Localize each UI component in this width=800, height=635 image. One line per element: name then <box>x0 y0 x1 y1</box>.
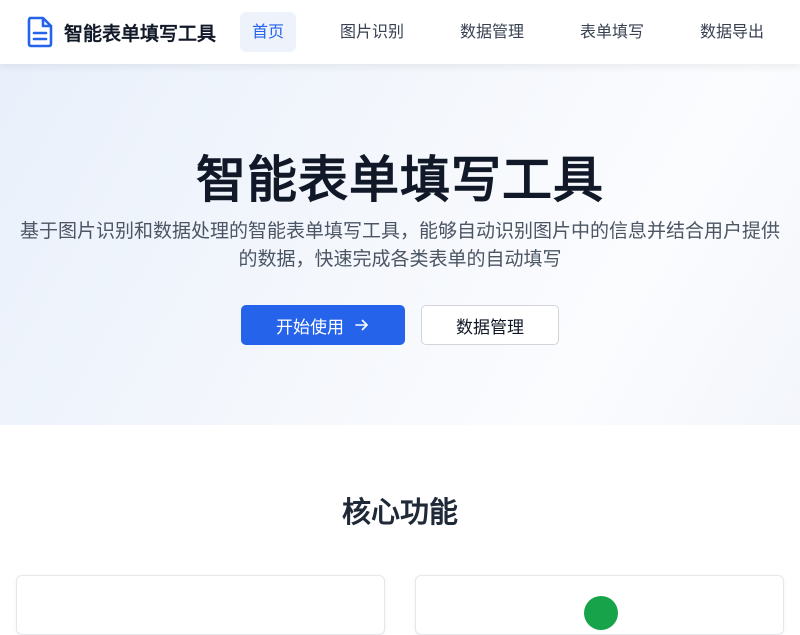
features-title: 核心功能 <box>341 495 458 529</box>
hero-title: 智能表单填写工具 <box>196 151 604 209</box>
start-button-label: 开始使用 <box>276 317 344 338</box>
hero-section: 智能表单填写工具 基于图片识别和数据处理的智能表单填写工具，能够自动识别图片中的… <box>0 64 800 425</box>
feature-card <box>16 575 385 635</box>
data-management-button-label: 数据管理 <box>456 317 524 338</box>
document-icon <box>27 16 53 48</box>
app-title: 智能表单填写工具 <box>64 22 217 45</box>
start-button[interactable]: 开始使用 <box>241 305 405 345</box>
nav-form-filling[interactable]: 表单填写 <box>572 12 652 52</box>
nav-data-management[interactable]: 数据管理 <box>452 12 532 52</box>
nav-home[interactable]: 首页 <box>240 12 296 52</box>
feature-icon <box>584 596 618 630</box>
top-navbar: 智能表单填写工具 首页 图片识别 数据管理 表单填写 数据导出 <box>0 0 800 64</box>
nav-image-recognition[interactable]: 图片识别 <box>332 12 412 52</box>
feature-card <box>415 575 784 635</box>
data-management-button[interactable]: 数据管理 <box>421 305 559 345</box>
app-logo[interactable]: 智能表单填写工具 <box>26 16 216 48</box>
arrow-right-icon <box>355 319 368 331</box>
hero-description: 基于图片识别和数据处理的智能表单填写工具，能够自动识别图片中的信息并结合用户提供… <box>19 220 780 270</box>
features-section: 核心功能 <box>0 425 800 635</box>
nav-data-export[interactable]: 数据导出 <box>692 12 772 52</box>
